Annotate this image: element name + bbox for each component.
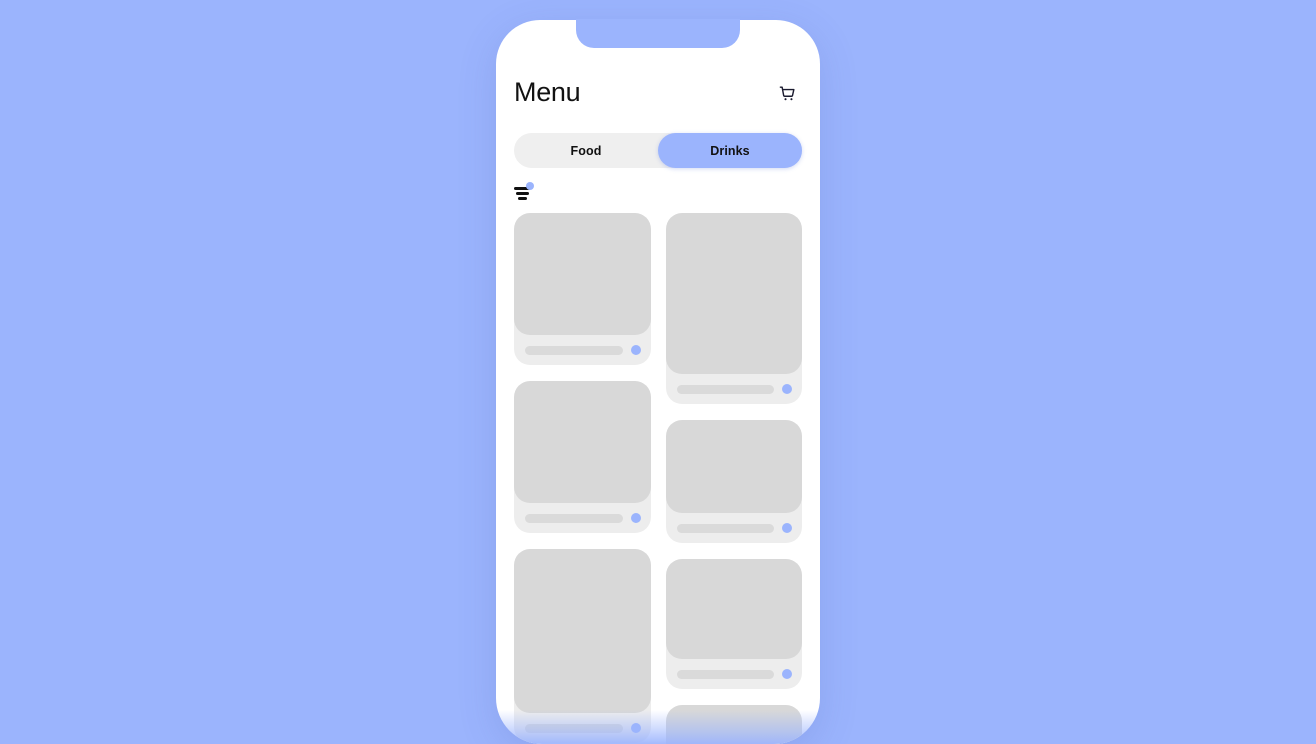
product-image-placeholder [665,213,802,374]
product-card-footer [514,335,651,357]
product-card-skeleton[interactable] [514,381,651,533]
filter-row [514,182,802,205]
product-name-placeholder [525,513,623,523]
page-title: Menu [514,77,581,108]
product-card-footer [666,513,803,535]
product-name-placeholder [676,669,774,679]
product-card-skeleton[interactable] [665,213,803,404]
tab-food[interactable]: Food [514,133,658,168]
product-image-placeholder [665,420,802,513]
product-grid [514,213,802,744]
product-image-placeholder [665,559,802,659]
product-card-skeleton[interactable] [665,420,803,543]
product-card-skeleton[interactable] [514,549,651,743]
product-card-skeleton[interactable] [514,213,651,365]
product-image-placeholder [665,705,802,744]
tab-food-label: Food [570,143,602,158]
app-screen: Menu Food Drinks [496,20,820,744]
product-card-footer [666,374,803,396]
product-name-placeholder [525,723,623,733]
phone-mockup: Menu Food Drinks [496,19,820,744]
product-price-dot [630,723,641,733]
product-card-skeleton[interactable] [665,559,803,689]
tab-drinks-label: Drinks [710,143,750,158]
product-image-placeholder [514,381,651,503]
product-price-dot [630,345,641,355]
product-card-footer [666,659,803,681]
phone-frame: Menu Food Drinks [496,20,820,744]
product-image-placeholder [514,549,651,713]
cart-button[interactable] [772,78,802,108]
product-grid-column-left [514,213,651,744]
product-price-dot [630,513,641,523]
product-price-dot [782,669,792,679]
tab-drinks[interactable]: Drinks [658,133,802,168]
product-name-placeholder [676,523,774,533]
product-price-dot [782,384,792,394]
category-tabs: Food Drinks [514,133,802,168]
product-card-footer [514,713,651,735]
product-name-placeholder [676,384,774,394]
shopping-cart-icon [778,84,797,103]
phone-notch [576,19,740,48]
product-name-placeholder [525,345,623,355]
filter-button[interactable] [514,182,536,202]
product-card-footer [514,503,651,525]
product-image-placeholder [514,213,651,335]
filter-active-badge [526,182,534,190]
product-card-skeleton[interactable] [665,705,802,744]
product-grid-column-right [665,213,803,744]
product-price-dot [782,523,792,533]
